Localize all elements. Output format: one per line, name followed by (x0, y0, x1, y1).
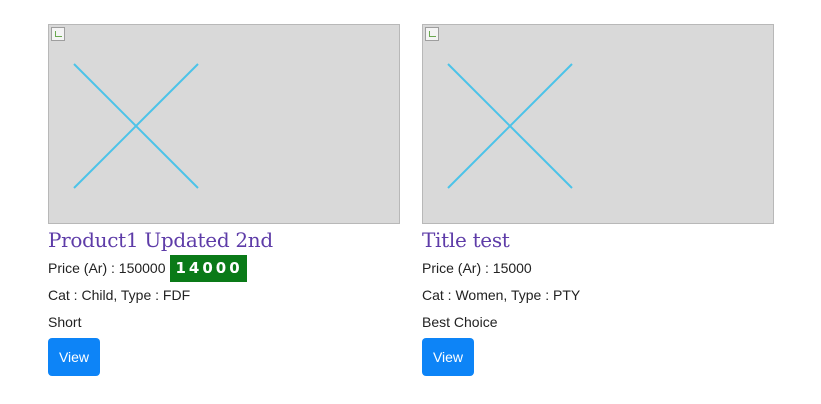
product-tag: Best Choice (422, 314, 498, 330)
view-button[interactable]: View (48, 338, 100, 376)
view-button[interactable]: View (422, 338, 474, 376)
price-label: Price (Ar) : 150000 (48, 260, 166, 276)
broken-image-icon (51, 27, 65, 41)
product-card: Product1 Updated 2nd Price (Ar) : 150000… (48, 24, 400, 376)
product-card: Title test Price (Ar) : 15000 Cat : Wome… (422, 24, 774, 376)
product-image-placeholder[interactable] (422, 24, 774, 224)
product-title[interactable]: Product1 Updated 2nd (48, 225, 400, 255)
discount-price-badge: 14000 (169, 255, 247, 282)
product-tag: Short (48, 314, 82, 330)
image-missing-cross-icon (73, 63, 199, 189)
price-row: Price (Ar) : 150000 14000 (48, 255, 400, 282)
image-missing-cross-icon (447, 63, 573, 189)
category-line: Cat : Child, Type : FDF (48, 287, 191, 303)
category-line: Cat : Women, Type : PTY (422, 287, 581, 303)
price-label: Price (Ar) : 15000 (422, 260, 532, 276)
broken-image-icon (425, 27, 439, 41)
price-row: Price (Ar) : 15000 (422, 255, 774, 282)
product-title[interactable]: Title test (422, 225, 774, 255)
product-image-placeholder[interactable] (48, 24, 400, 224)
